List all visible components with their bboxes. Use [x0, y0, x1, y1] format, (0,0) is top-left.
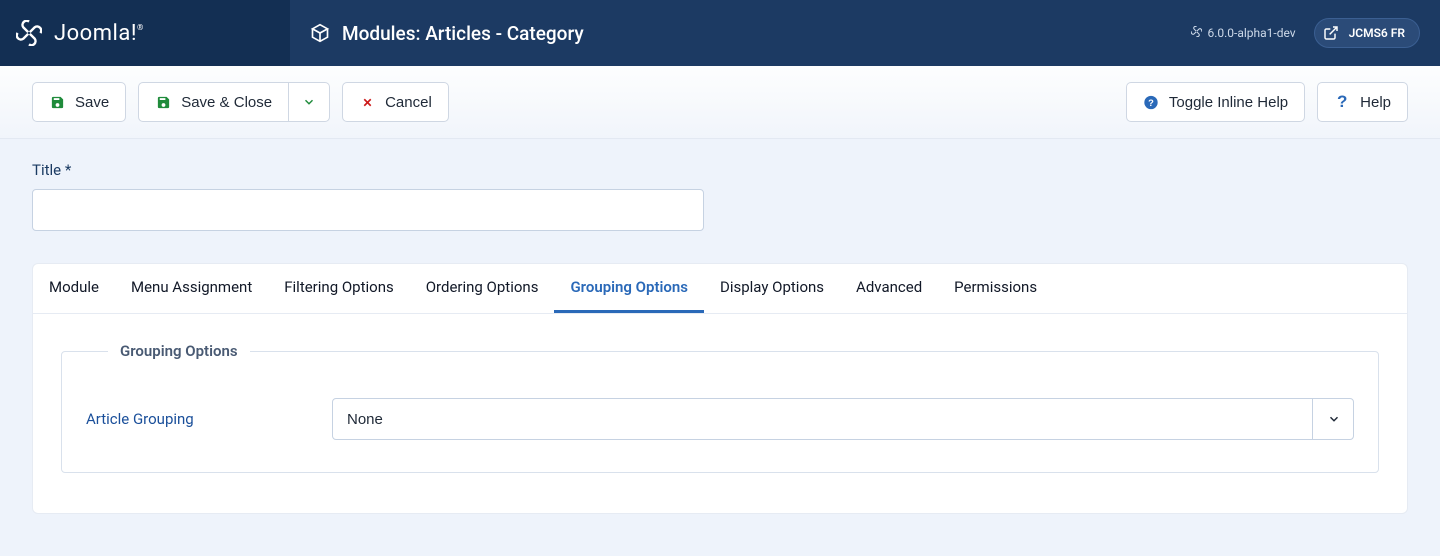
- external-link-icon: [1323, 25, 1339, 41]
- tab-menu-assignment[interactable]: Menu Assignment: [115, 264, 268, 313]
- save-button[interactable]: Save: [32, 82, 126, 122]
- article-grouping-row: Article Grouping None: [86, 398, 1354, 440]
- brand-name: Joomla!®: [54, 21, 144, 46]
- toggle-inline-help-label: Toggle Inline Help: [1169, 94, 1288, 111]
- content-area: Title * ModuleMenu AssignmentFiltering O…: [0, 139, 1440, 546]
- article-grouping-label: Article Grouping: [86, 410, 308, 428]
- save-close-label: Save & Close: [181, 94, 272, 111]
- tab-module[interactable]: Module: [33, 264, 115, 313]
- save-close-group: Save & Close: [138, 82, 330, 122]
- save-label: Save: [75, 94, 109, 111]
- app-header: Joomla!® Modules: Articles - Category 6.…: [0, 0, 1440, 66]
- close-icon: [359, 94, 375, 110]
- svg-text:?: ?: [1148, 97, 1154, 107]
- user-name: JCMS6 FR: [1349, 26, 1405, 40]
- version-badge[interactable]: 6.0.0-alpha1-dev: [1191, 26, 1295, 40]
- page-title: Modules: Articles - Category: [342, 22, 584, 45]
- header-right: 6.0.0-alpha1-dev JCMS6 FR: [1191, 0, 1440, 66]
- grouping-options-fieldset: Grouping Options Article Grouping None: [61, 342, 1379, 473]
- help-label: Help: [1360, 94, 1391, 111]
- save-close-button[interactable]: Save & Close: [138, 82, 289, 122]
- joomla-mark-icon: [1191, 26, 1202, 40]
- tab-bar: ModuleMenu AssignmentFiltering OptionsOr…: [33, 264, 1407, 314]
- toolbar-right: ? Toggle Inline Help ? Help: [1126, 82, 1408, 122]
- tab-grouping-options[interactable]: Grouping Options: [554, 264, 704, 313]
- joomla-logo-icon: [16, 20, 42, 46]
- cancel-label: Cancel: [385, 94, 432, 111]
- title-field-group: Title *: [32, 161, 1408, 231]
- chevron-down-icon: [301, 94, 317, 110]
- save-icon: [155, 94, 171, 110]
- page-title-bar: Modules: Articles - Category: [290, 0, 1191, 66]
- title-label: Title *: [32, 161, 1408, 179]
- tab-display-options[interactable]: Display Options: [704, 264, 840, 313]
- tab-panel: ModuleMenu AssignmentFiltering OptionsOr…: [32, 263, 1408, 514]
- user-menu[interactable]: JCMS6 FR: [1314, 18, 1420, 48]
- toggle-inline-help-button[interactable]: ? Toggle Inline Help: [1126, 82, 1305, 122]
- cancel-button[interactable]: Cancel: [342, 82, 449, 122]
- tab-filtering-options[interactable]: Filtering Options: [268, 264, 409, 313]
- help-button[interactable]: ? Help: [1317, 82, 1408, 122]
- article-grouping-select-wrap: None: [332, 398, 1354, 440]
- tab-ordering-options[interactable]: Ordering Options: [410, 264, 555, 313]
- brand[interactable]: Joomla!®: [0, 0, 290, 66]
- article-grouping-select[interactable]: None: [332, 398, 1354, 440]
- tab-permissions[interactable]: Permissions: [938, 264, 1053, 313]
- module-box-icon: [310, 23, 330, 43]
- question-icon: ?: [1334, 94, 1350, 110]
- save-dropdown-toggle[interactable]: [289, 82, 330, 122]
- grouping-options-legend: Grouping Options: [108, 342, 250, 360]
- question-circle-icon: ?: [1143, 94, 1159, 110]
- toolbar: Save Save & Close Cancel ?: [0, 66, 1440, 139]
- version-text: 6.0.0-alpha1-dev: [1207, 26, 1295, 40]
- panel-body: Grouping Options Article Grouping None: [33, 314, 1407, 513]
- title-input[interactable]: [32, 189, 704, 231]
- save-icon: [49, 94, 65, 110]
- toolbar-left: Save Save & Close Cancel: [32, 82, 449, 122]
- tab-advanced[interactable]: Advanced: [840, 264, 938, 313]
